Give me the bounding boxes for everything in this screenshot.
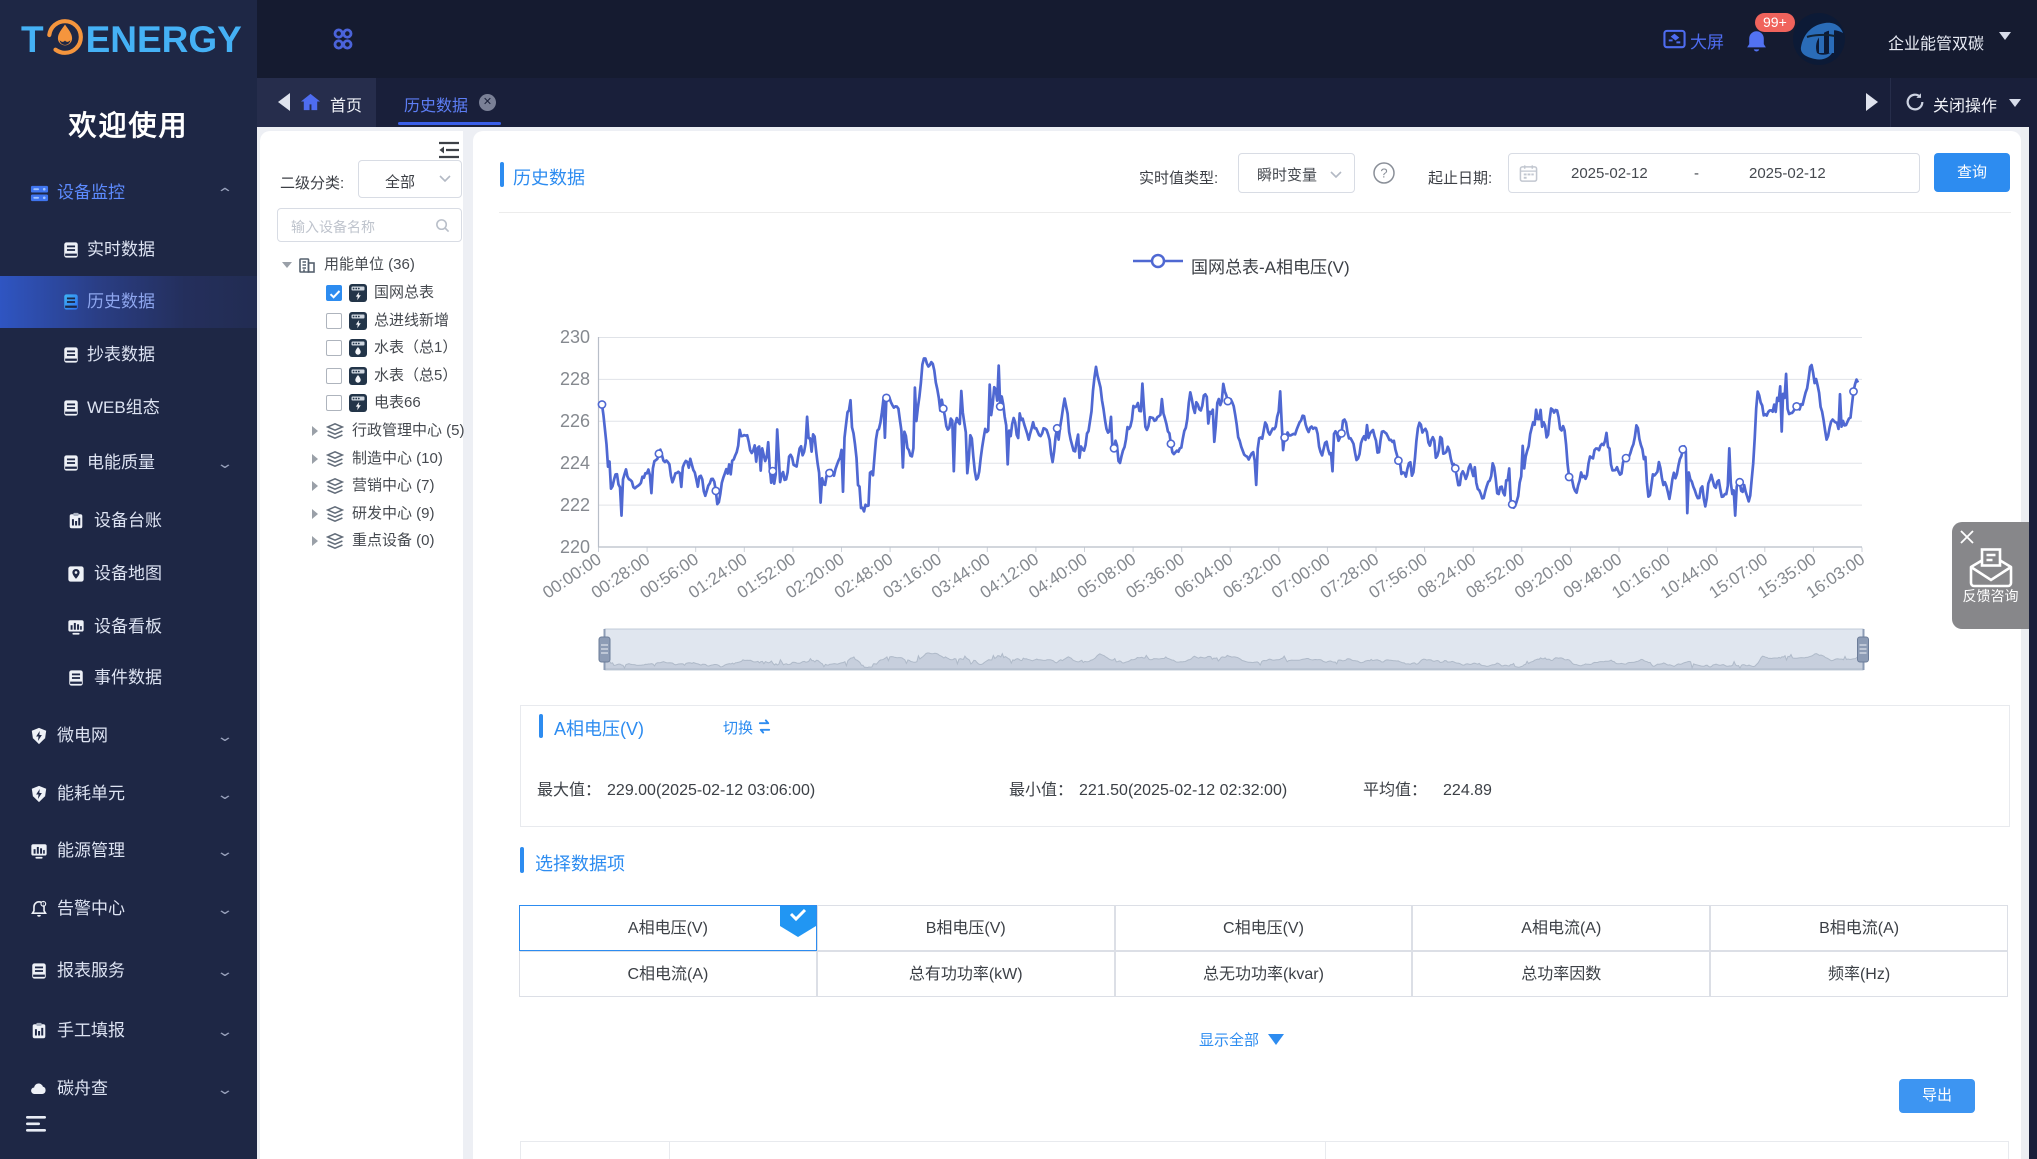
svg-text:!: ! bbox=[43, 901, 44, 906]
svg-text:222: 222 bbox=[560, 495, 590, 515]
svg-text:224: 224 bbox=[560, 453, 590, 473]
svg-text:226: 226 bbox=[560, 411, 590, 431]
svg-text:230: 230 bbox=[560, 327, 590, 347]
svg-text:228: 228 bbox=[560, 369, 590, 389]
svg-text:?: ? bbox=[1380, 166, 1387, 181]
svg-text:220: 220 bbox=[560, 537, 590, 557]
